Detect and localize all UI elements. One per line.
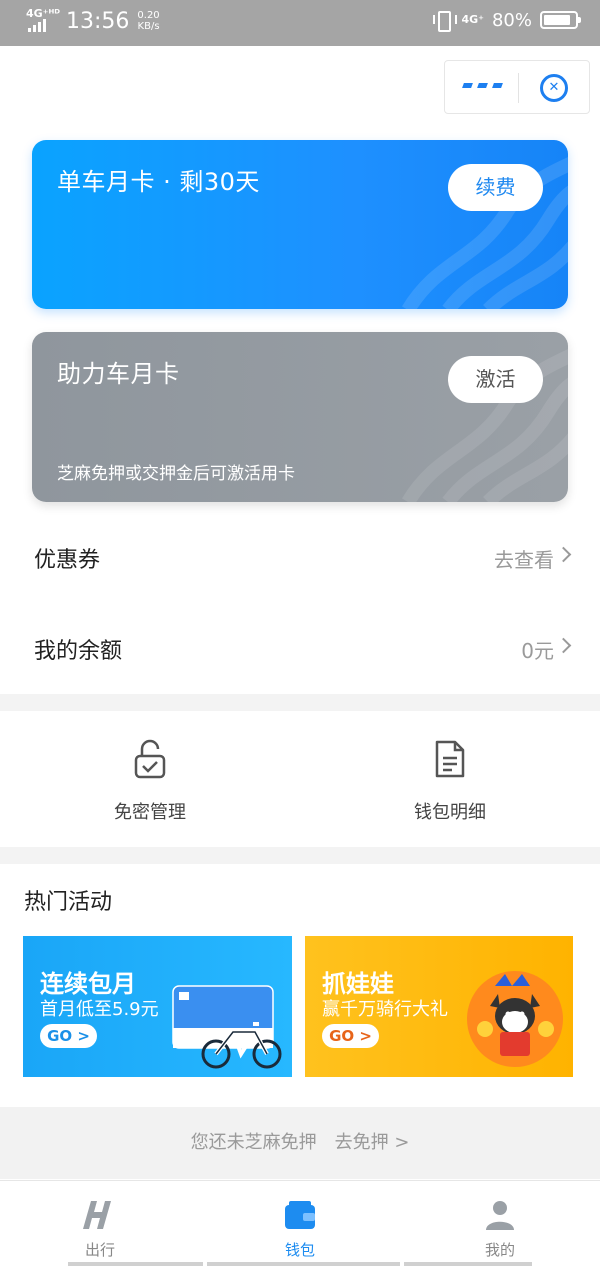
- tab-underline: [68, 1262, 203, 1266]
- wallet-icon: [285, 1201, 315, 1229]
- card-title: 助力车月卡: [57, 360, 180, 388]
- wallet-detail-label: 钱包明细: [414, 802, 486, 823]
- deposit-free-link[interactable]: 去免押 >: [335, 1132, 410, 1153]
- battery-percent: 80%: [491, 9, 532, 31]
- battery-icon: [540, 11, 581, 29]
- password-free-button[interactable]: 免密管理: [75, 738, 225, 824]
- tab-mine[interactable]: 我的: [400, 1181, 600, 1266]
- tab-label: 钱包: [284, 1241, 315, 1259]
- speed-value: 0.20: [137, 10, 160, 21]
- coupon-value: 去查看: [494, 548, 554, 572]
- balance-row[interactable]: 我的余额 0元: [0, 613, 600, 683]
- card-title: 单车月卡 · 剩30天: [57, 168, 260, 196]
- monthly-pass-banner[interactable]: 连续包月 首月低至5.9元 GO >: [23, 936, 292, 1077]
- tab-label: 我的: [484, 1241, 515, 1259]
- hot-activities-title: 热门活动: [24, 890, 113, 915]
- signal-icon: 4G⁺ᴴᴰ: [26, 8, 60, 34]
- coupon-row[interactable]: 优惠券 去查看: [0, 522, 600, 592]
- person-icon: [486, 1201, 514, 1230]
- banner-title: 连续包月: [40, 970, 136, 998]
- chevron-right-icon: [555, 637, 572, 654]
- bike-monthly-card[interactable]: 单车月卡 · 剩30天 续费: [32, 140, 568, 309]
- section-divider: [0, 847, 600, 864]
- clock: 13:56: [66, 8, 130, 34]
- document-icon: [435, 740, 465, 778]
- tab-underline: [404, 1262, 532, 1266]
- card-note: 芝麻免押或交押金后可激活用卡: [57, 464, 295, 484]
- password-free-label: 免密管理: [114, 802, 186, 823]
- banner-subtitle: 赢千万骑行大礼: [322, 999, 448, 1020]
- unlock-check-icon: [134, 739, 166, 779]
- tab-underline: [207, 1262, 400, 1266]
- status-bar: 4G⁺ᴴᴰ 13:56 0.20 KB/s 4G⁺ 80%: [0, 0, 600, 46]
- balance-value: 0元: [521, 639, 554, 663]
- tip-text: 您还未芝麻免押: [190, 1132, 317, 1153]
- banner-title: 抓娃娃: [322, 970, 394, 998]
- close-icon[interactable]: [540, 74, 568, 102]
- dog-mascot-illustration: [467, 971, 563, 1067]
- wallet-detail-button[interactable]: 钱包明细: [375, 738, 525, 824]
- go-button[interactable]: GO >: [322, 1024, 379, 1048]
- network-type-right: 4G⁺: [461, 13, 484, 26]
- tab-label: 出行: [84, 1241, 115, 1259]
- balance-label: 我的余额: [34, 639, 123, 664]
- speed-unit: KB/s: [137, 21, 160, 32]
- ebike-monthly-card[interactable]: 助力车月卡 激活 芝麻免押或交押金后可激活用卡: [32, 332, 568, 502]
- claw-game-banner[interactable]: 抓娃娃 赢千万骑行大礼 GO >: [305, 936, 573, 1077]
- tab-travel[interactable]: 出行: [0, 1181, 200, 1266]
- capsule-divider: [518, 73, 519, 103]
- status-right: 4G⁺ 80%: [433, 9, 581, 32]
- section-divider: [0, 694, 600, 711]
- status-left: 4G⁺ᴴᴰ 13:56 0.20 KB/s: [26, 8, 160, 34]
- vibrate-icon: [433, 9, 458, 32]
- more-icon[interactable]: [462, 83, 503, 88]
- deposit-free-tip: 您还未芝麻免押 去免押 >: [0, 1107, 600, 1179]
- hello-logo-icon: [83, 1201, 111, 1229]
- network-speed: 0.20 KB/s: [137, 10, 159, 32]
- bike-card-illustration: [172, 985, 282, 1069]
- go-button[interactable]: GO >: [40, 1024, 97, 1048]
- activate-button[interactable]: 激活: [448, 356, 543, 403]
- renew-button[interactable]: 续费: [448, 164, 543, 211]
- miniprogram-capsule: [444, 60, 590, 114]
- tab-bar: 出行 钱包 我的: [0, 1180, 600, 1266]
- banner-subtitle: 首月低至5.9元: [40, 999, 159, 1020]
- tab-wallet[interactable]: 钱包: [200, 1181, 400, 1266]
- chevron-right-icon: [555, 546, 572, 563]
- coupon-label: 优惠券: [34, 548, 101, 573]
